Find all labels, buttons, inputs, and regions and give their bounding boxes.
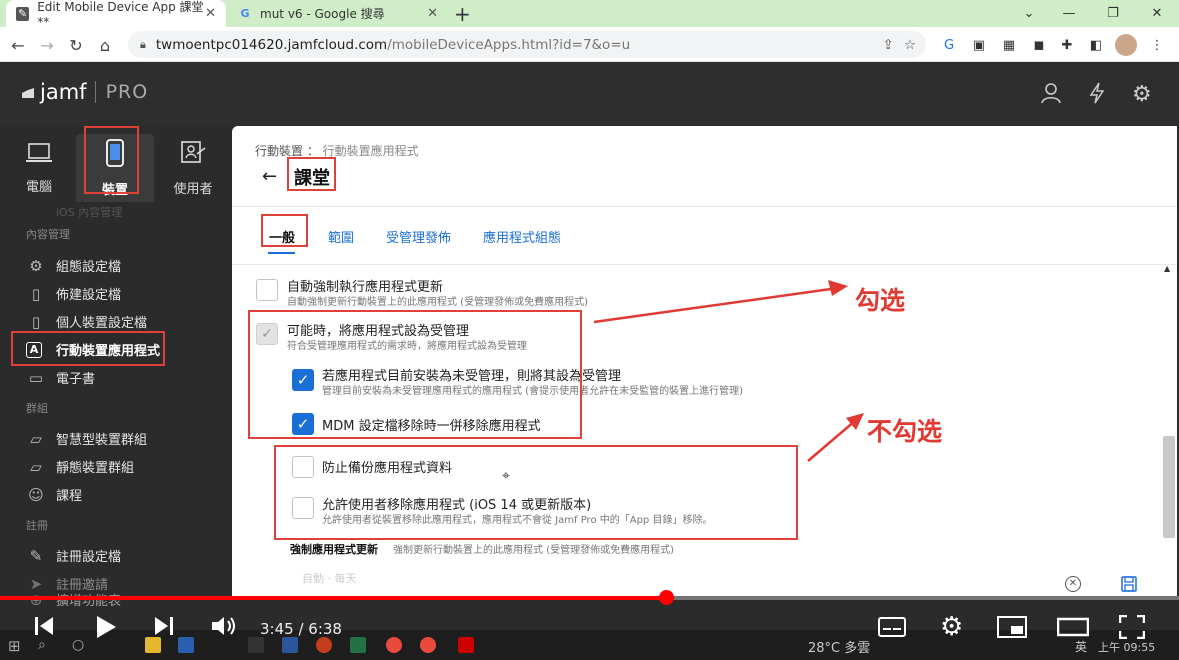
- theater-mode-icon[interactable]: [1056, 616, 1090, 644]
- arrow-check-head: [828, 280, 848, 296]
- weather-widget[interactable]: 28°C 多雲: [808, 637, 870, 656]
- previous-video-icon[interactable]: [32, 614, 56, 644]
- chrome-icon[interactable]: [420, 637, 436, 653]
- excel-icon[interactable]: [350, 637, 366, 653]
- video-time: 3:45 / 6:38: [260, 620, 342, 638]
- powerpoint-icon[interactable]: [316, 637, 332, 653]
- settings-gear-icon[interactable]: ⚙︎: [940, 612, 963, 642]
- annotation-uncheck: 不勾选: [867, 417, 943, 446]
- task-view-icon[interactable]: ○: [72, 637, 88, 653]
- app-icon[interactable]: [458, 637, 474, 653]
- volume-icon[interactable]: [210, 614, 238, 644]
- arrow-check-line: [593, 286, 839, 324]
- windows-start-icon[interactable]: ⊞: [8, 637, 24, 655]
- miniplayer-icon[interactable]: [997, 616, 1027, 644]
- arrow-uncheck-line: [807, 419, 857, 462]
- chrome-icon[interactable]: [386, 637, 402, 653]
- play-icon[interactable]: [94, 614, 118, 646]
- next-video-icon[interactable]: [152, 614, 176, 644]
- fullscreen-icon[interactable]: [1118, 614, 1146, 645]
- app-icon[interactable]: [248, 637, 264, 653]
- word-icon[interactable]: [282, 637, 298, 653]
- app-icon[interactable]: [178, 637, 194, 653]
- annotation-arrows: [593, 280, 864, 462]
- subtitles-icon[interactable]: [878, 616, 906, 644]
- video-progress-played: [0, 596, 667, 600]
- annotation-check: 勾选: [855, 286, 906, 315]
